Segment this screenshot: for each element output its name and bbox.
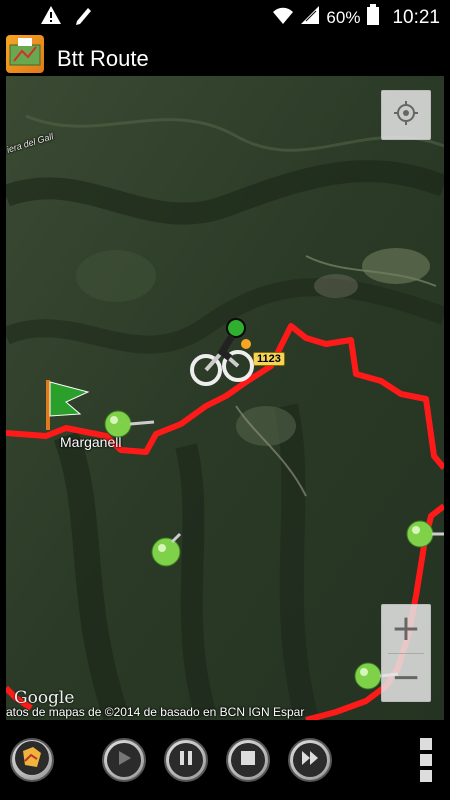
pushpin-icon[interactable] xyxy=(404,516,444,557)
satellite-map[interactable]: iera del Gall Marganell 1123 + − Google … xyxy=(6,76,444,720)
road-number-badge: 1123 xyxy=(253,352,285,366)
fast-forward-icon xyxy=(301,750,319,771)
pushpin-icon[interactable] xyxy=(148,532,188,577)
app-title: Btt Route xyxy=(57,46,149,71)
play-button[interactable] xyxy=(102,738,146,782)
battery-percent: 60% xyxy=(326,7,361,27)
menu-dot xyxy=(420,770,432,782)
pause-icon xyxy=(178,750,194,771)
route-map-button[interactable] xyxy=(10,738,54,782)
pause-button[interactable] xyxy=(164,738,208,782)
status-time: 10:21 xyxy=(392,6,440,28)
zoom-in-button[interactable]: + xyxy=(382,605,430,653)
pushpin-icon[interactable] xyxy=(102,408,158,449)
bottom-toolbar xyxy=(0,720,450,800)
play-icon xyxy=(116,750,132,771)
zoom-control: + − xyxy=(381,604,431,702)
menu-dot xyxy=(420,738,432,750)
zoom-out-button[interactable]: − xyxy=(382,654,430,702)
route-map-icon xyxy=(15,740,49,780)
gps-app-icon[interactable] xyxy=(6,35,44,73)
menu-dot xyxy=(420,754,432,766)
my-location-button[interactable] xyxy=(381,90,431,140)
wifi-icon xyxy=(272,5,294,30)
overflow-menu-icon[interactable] xyxy=(420,738,432,782)
stop-button[interactable] xyxy=(226,738,270,782)
cyclist-icon[interactable] xyxy=(186,312,256,397)
map-attribution[interactable]: atos de mapas de ©2014 de basado en BCN … xyxy=(6,705,304,719)
my-location-icon xyxy=(393,100,419,131)
signal-icon xyxy=(300,5,320,30)
fast-forward-button[interactable] xyxy=(288,738,332,782)
start-flag-icon[interactable] xyxy=(42,376,94,439)
stop-icon xyxy=(240,750,256,771)
pencil-icon xyxy=(74,4,94,31)
warning-icon xyxy=(40,4,62,31)
status-bar: 60% 10:21 xyxy=(0,0,450,32)
battery-icon xyxy=(366,4,380,31)
